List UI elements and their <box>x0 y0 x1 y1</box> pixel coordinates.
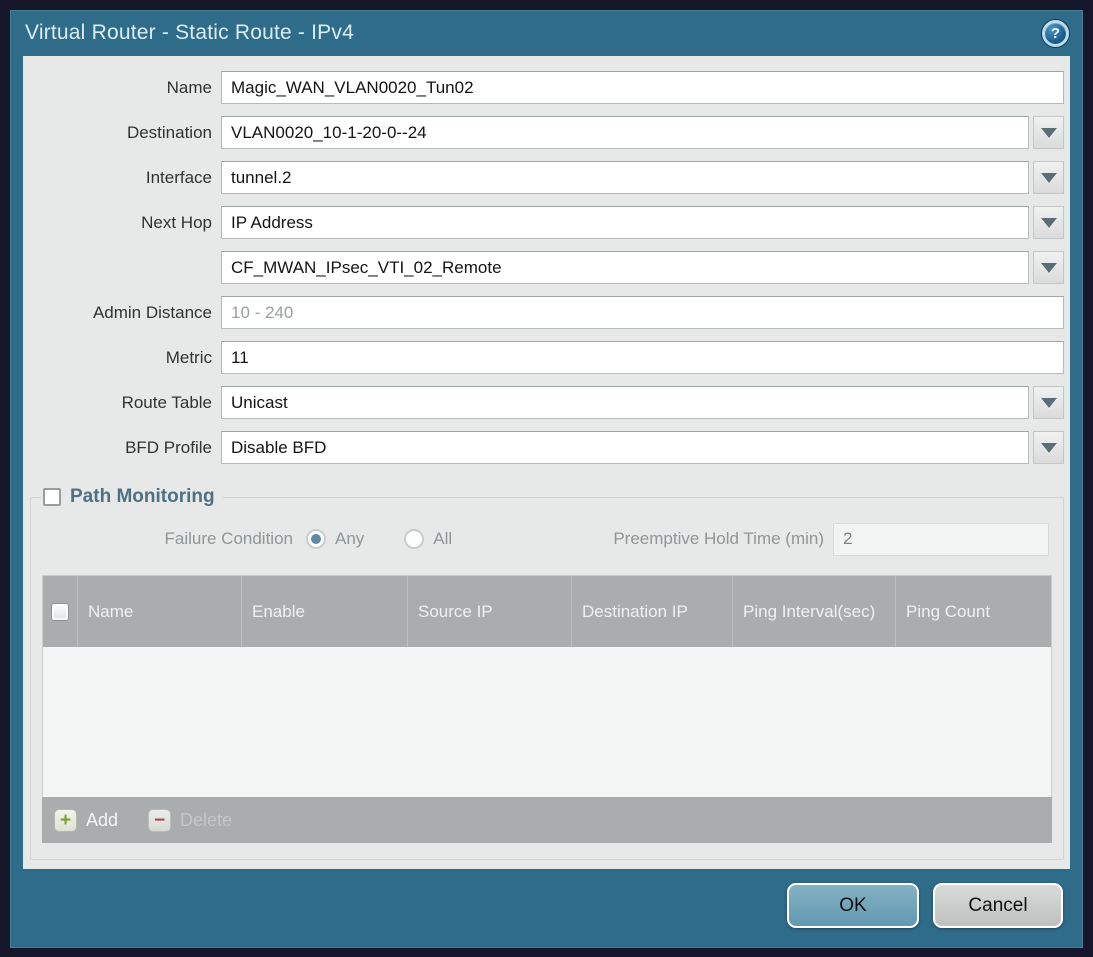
dialog-title: Virtual Router - Static Route - IPv4 <box>25 21 1042 45</box>
bfd-profile-label: BFD Profile <box>23 438 221 458</box>
destination-dropdown-button[interactable] <box>1033 116 1064 149</box>
add-button[interactable]: + Add <box>54 809 118 832</box>
route-table-dropdown-button[interactable] <box>1033 386 1064 419</box>
add-button-label: Add <box>86 810 118 831</box>
radio-all[interactable] <box>404 529 424 549</box>
route-table-input[interactable] <box>221 386 1029 419</box>
form-row-name: Name <box>23 71 1064 104</box>
form-row-admin-distance: Admin Distance <box>23 296 1064 329</box>
next-hop-type-dropdown-button[interactable] <box>1033 206 1064 239</box>
dialog-footer: OK Cancel <box>10 869 1083 948</box>
metric-input[interactable] <box>221 341 1064 374</box>
preemptive-hold-time-input[interactable] <box>833 523 1049 556</box>
failure-condition-option-all: All <box>404 529 452 549</box>
form-row-interface: Interface <box>23 161 1064 194</box>
ok-button[interactable]: OK <box>787 883 919 928</box>
next-hop-address-dropdown-button[interactable] <box>1033 251 1064 284</box>
column-header-ping-count: Ping Count <box>896 576 1051 647</box>
chevron-down-icon <box>1041 398 1057 408</box>
path-monitoring-table: Name Enable Source IP Destination IP Pin… <box>42 575 1052 797</box>
chevron-down-icon <box>1041 263 1057 273</box>
delete-button[interactable]: − Delete <box>148 809 232 832</box>
failure-condition-row: Failure Condition Any All Preemptive Hol… <box>41 522 1053 556</box>
radio-any-label: Any <box>335 529 364 549</box>
form-row-bfd-profile: BFD Profile <box>23 431 1064 464</box>
failure-condition-label: Failure Condition <box>41 529 306 549</box>
interface-label: Interface <box>23 168 221 188</box>
form-row-destination: Destination <box>23 116 1064 149</box>
cancel-button[interactable]: Cancel <box>933 883 1063 928</box>
column-header-ping-interval: Ping Interval(sec) <box>733 576 896 647</box>
column-header-enable: Enable <box>242 576 408 647</box>
bfd-profile-dropdown-button[interactable] <box>1033 431 1064 464</box>
failure-condition-option-any: Any <box>306 529 364 549</box>
route-table-label: Route Table <box>23 393 221 413</box>
table-body-empty <box>43 647 1051 797</box>
metric-label: Metric <box>23 348 221 368</box>
interface-input[interactable] <box>221 161 1029 194</box>
form-row-next-hop: Next Hop <box>23 206 1064 239</box>
select-all-checkbox[interactable] <box>51 603 69 621</box>
delete-minus-icon: − <box>148 809 171 832</box>
path-monitoring-title: Path Monitoring <box>70 486 215 508</box>
radio-any[interactable] <box>306 529 326 549</box>
destination-input[interactable] <box>221 116 1029 149</box>
chevron-down-icon <box>1041 173 1057 183</box>
admin-distance-label: Admin Distance <box>23 303 221 323</box>
next-hop-address-input[interactable] <box>221 251 1029 284</box>
table-header-row: Name Enable Source IP Destination IP Pin… <box>43 576 1051 647</box>
screen: Virtual Router - Static Route - IPv4 ? N… <box>0 0 1093 957</box>
interface-dropdown-button[interactable] <box>1033 161 1064 194</box>
preemptive-hold-time-label: Preemptive Hold Time (min) <box>613 529 833 549</box>
column-header-destination-ip: Destination IP <box>572 576 733 647</box>
name-input[interactable] <box>221 71 1064 104</box>
chevron-down-icon <box>1041 443 1057 453</box>
column-header-name: Name <box>78 576 242 647</box>
title-bar: Virtual Router - Static Route - IPv4 ? <box>10 10 1083 56</box>
destination-label: Destination <box>23 123 221 143</box>
dialog-virtual-router-static-route: Virtual Router - Static Route - IPv4 ? N… <box>10 10 1083 948</box>
radio-all-label: All <box>433 529 452 549</box>
path-monitoring-section: Path Monitoring Failure Condition Any Al… <box>30 486 1064 860</box>
help-icon[interactable]: ? <box>1042 20 1069 47</box>
admin-distance-input[interactable] <box>221 296 1064 329</box>
delete-button-label: Delete <box>180 810 232 831</box>
column-header-source-ip: Source IP <box>408 576 572 647</box>
form-row-route-table: Route Table <box>23 386 1064 419</box>
bfd-profile-input[interactable] <box>221 431 1029 464</box>
next-hop-label: Next Hop <box>23 213 221 233</box>
table-action-bar: + Add − Delete <box>42 797 1052 843</box>
next-hop-type-input[interactable] <box>221 206 1029 239</box>
add-plus-icon: + <box>54 809 77 832</box>
path-monitoring-legend: Path Monitoring <box>41 486 223 508</box>
form-row-next-hop-address <box>23 251 1064 284</box>
form-row-metric: Metric <box>23 341 1064 374</box>
path-monitoring-checkbox[interactable] <box>43 488 61 506</box>
name-label: Name <box>23 78 221 98</box>
chevron-down-icon <box>1041 218 1057 228</box>
dialog-body: Name Destination Interface Next Hop <box>23 56 1070 869</box>
table-header-checkbox-cell <box>43 576 78 647</box>
chevron-down-icon <box>1041 128 1057 138</box>
